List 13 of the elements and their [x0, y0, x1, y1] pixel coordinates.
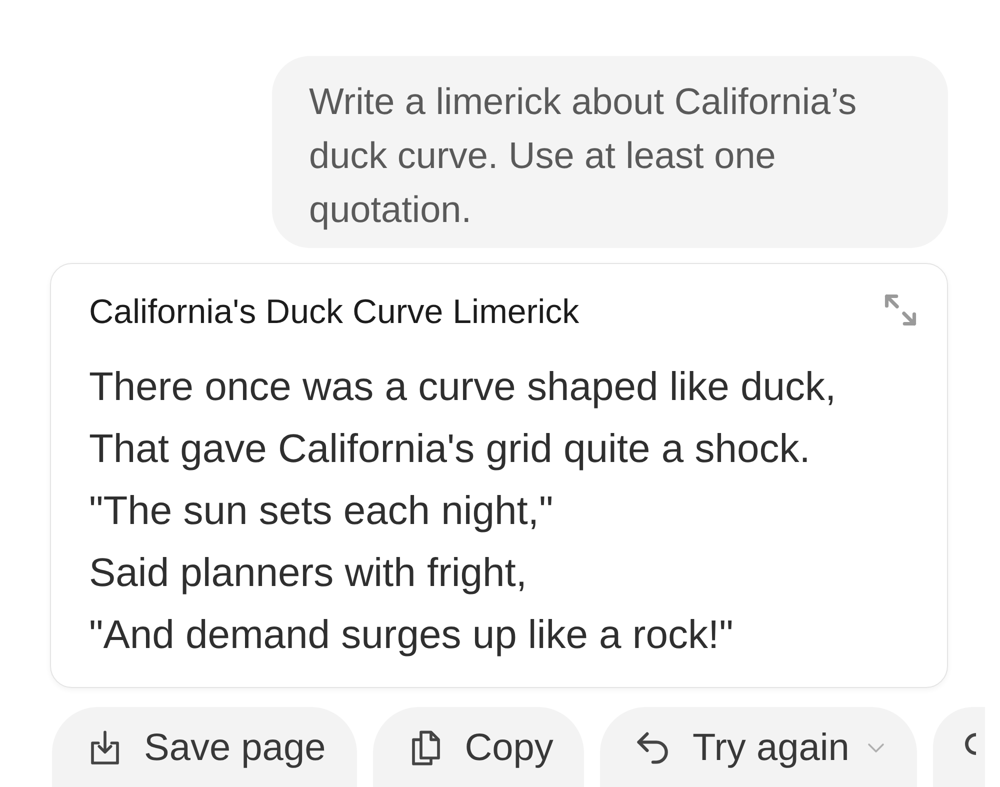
poem-line: Said planners with fright, [89, 550, 528, 597]
user-message: Write a limerick about California’s duck curve. Use at least one quotation. [309, 80, 858, 232]
artifact-title: California's Duck Curve Limerick [89, 292, 580, 332]
try-again-button[interactable]: Try again [600, 707, 918, 787]
crescent-icon [964, 733, 976, 755]
poem-line: "And demand surges up like a rock!" [89, 612, 734, 659]
copy-button[interactable]: Copy [372, 707, 584, 787]
save-page-button[interactable]: Save page [52, 707, 357, 787]
expand-icon[interactable] [884, 293, 917, 327]
partial-button[interactable] [933, 707, 986, 787]
poem-line: That gave California's grid quite a shock. [89, 426, 812, 473]
poem-line: There once was a curve shaped like duck, [89, 364, 838, 411]
poem-line: "The sun sets each night," [89, 488, 554, 535]
